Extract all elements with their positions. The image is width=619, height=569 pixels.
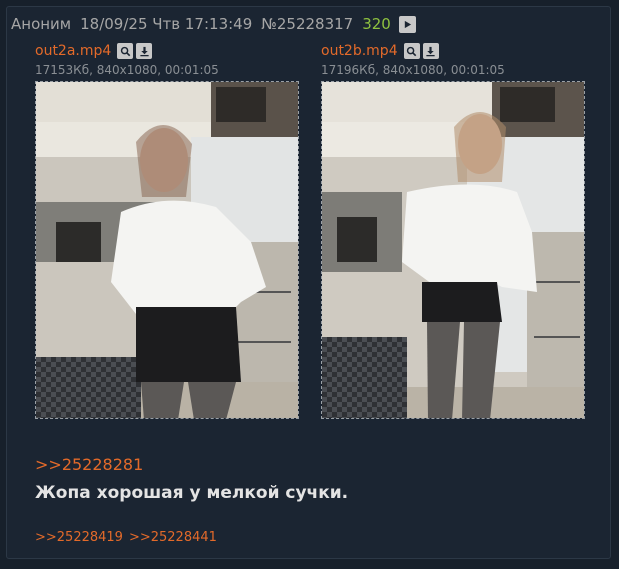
backlink[interactable]: >>25228419 [35, 530, 123, 545]
file-attachment-a: out2a.mp4 17153Кб, 840x1080, 00:01:05 [35, 42, 305, 419]
reply-quote-link[interactable]: >>25228281 [35, 455, 143, 474]
file-attachment-b: out2b.mp4 17196Кб, 840x1080, 00:01:05 [321, 42, 591, 419]
file-meta: 17153Кб, 840x1080, 00:01:05 [35, 63, 219, 77]
post-header: Аноним 18/09/25 Чтв 17:13:49 №25228317 3… [11, 14, 425, 34]
file-meta: 17196Кб, 840x1080, 00:01:05 [321, 63, 505, 77]
download-icon[interactable] [422, 43, 439, 59]
search-icon[interactable] [403, 43, 420, 59]
post: Аноним 18/09/25 Чтв 17:13:49 №25228317 3… [6, 6, 611, 559]
backlink[interactable]: >>25228441 [129, 530, 217, 545]
search-icon[interactable] [117, 43, 134, 59]
video-thumbnail[interactable] [321, 81, 585, 419]
play-icon[interactable] [398, 15, 416, 33]
download-icon[interactable] [136, 43, 153, 59]
post-date: 18/09/25 Чтв 17:13:49 [80, 15, 253, 33]
video-thumbnail[interactable] [35, 81, 299, 419]
post-author: Аноним [11, 15, 72, 33]
replies-count: 320 [362, 15, 391, 33]
file-name-link[interactable]: out2a.mp4 [35, 43, 111, 59]
backlinks: >>25228419 >>25228441 [35, 530, 223, 545]
post-comment: Жопа хорошая у мелкой сучки. [35, 483, 349, 503]
file-name-link[interactable]: out2b.mp4 [321, 43, 398, 59]
post-number[interactable]: №25228317 [261, 15, 353, 33]
